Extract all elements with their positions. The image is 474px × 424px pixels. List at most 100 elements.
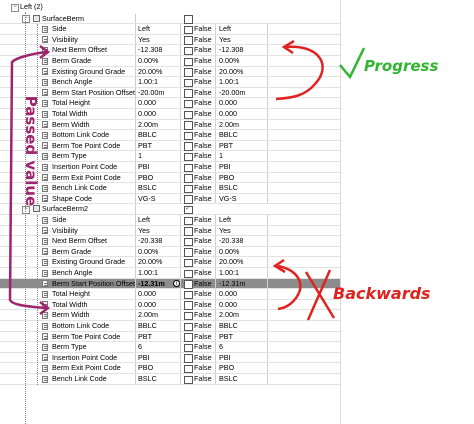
property-row[interactable]: Bench Angle 1.00:1 False 1.00:1	[0, 268, 340, 279]
override-checkbox[interactable]	[184, 343, 193, 353]
override-checkbox[interactable]	[184, 237, 193, 247]
property-value[interactable]: 1	[137, 151, 181, 161]
override-checkbox[interactable]	[184, 227, 193, 236]
property-row[interactable]: Visibility Yes False Yes	[0, 225, 340, 237]
property-value[interactable]: 1.00:1	[137, 268, 181, 278]
property-value[interactable]: BBLC	[137, 130, 181, 140]
property-value[interactable]: BBLC	[137, 321, 181, 331]
override-checkbox[interactable]	[184, 184, 193, 194]
property-row[interactable]: Side Left False Left	[0, 215, 340, 226]
property-value[interactable]: PBI	[137, 162, 181, 172]
property-row[interactable]: Insertion Point Code PBI False PBI	[0, 162, 340, 173]
group-checkbox[interactable]	[184, 15, 193, 24]
override-checkbox[interactable]	[184, 174, 193, 183]
override-checkbox[interactable]	[184, 110, 193, 119]
property-value[interactable]: 2.00m	[137, 119, 181, 130]
override-checkbox[interactable]	[184, 89, 193, 98]
property-row[interactable]: Berm Exit Point Code PBO False PBO	[0, 363, 340, 374]
override-checkbox[interactable]	[184, 364, 193, 374]
property-row[interactable]: Total Width 0.000 False 0.000	[0, 299, 340, 311]
property-value[interactable]: -20.00m	[137, 87, 181, 98]
collapse-toggle-icon[interactable]: −	[11, 3, 19, 12]
property-value[interactable]: BSLC	[137, 183, 181, 193]
property-row[interactable]: Berm Exit Point Code PBO False PBO	[0, 172, 340, 184]
group-row[interactable]: − SurfaceBerm2	[0, 204, 340, 215]
group-checkbox[interactable]	[184, 204, 193, 215]
property-value[interactable]: 20.00%	[137, 66, 181, 77]
property-row[interactable]: Bottom Link Code BBLC False BBLC	[0, 321, 340, 332]
property-value[interactable]: 0.00%	[137, 246, 181, 257]
override-checkbox[interactable]	[184, 99, 193, 109]
override-checkbox[interactable]	[184, 121, 193, 130]
property-row[interactable]: Berm Start Position Offset -12.31m False -1…	[0, 278, 340, 290]
override-checkbox[interactable]	[184, 280, 193, 289]
collapse-toggle-icon[interactable]: −	[22, 15, 30, 24]
override-checkbox[interactable]	[184, 163, 193, 172]
property-value[interactable]: Left	[137, 215, 181, 225]
override-checkbox[interactable]	[184, 142, 193, 151]
property-value[interactable]: PBI	[137, 352, 181, 363]
property-row[interactable]: Visibility Yes False Yes	[0, 34, 340, 46]
property-value[interactable]: -12.308	[137, 45, 181, 55]
override-checkbox[interactable]	[184, 25, 193, 35]
property-value[interactable]: BSLC	[137, 374, 181, 384]
override-checkbox[interactable]	[184, 46, 193, 56]
property-row[interactable]: Next Berm Offset -12.308 False -12.308	[0, 45, 340, 56]
property-value[interactable]: 0.00%	[137, 56, 181, 66]
property-row[interactable]: Existing Ground Grade 20.00% False 20.00%	[0, 66, 340, 78]
property-row[interactable]: Bottom Link Code BBLC False BBLC	[0, 130, 340, 141]
override-checkbox[interactable]	[184, 311, 193, 321]
override-checkbox[interactable]	[184, 57, 193, 66]
group-row[interactable]: − SurfaceBerm	[0, 13, 340, 25]
property-value[interactable]: 2.00m	[137, 310, 181, 320]
override-checkbox[interactable]	[184, 68, 193, 77]
property-value[interactable]: PBT	[137, 331, 181, 342]
property-row[interactable]: Berm Grade 0.00% False 0.00%	[0, 56, 340, 67]
property-row[interactable]: Berm Type 1 False 1	[0, 151, 340, 162]
property-row[interactable]: Berm Grade 0.00% False 0.00%	[0, 246, 340, 258]
property-row[interactable]: Total Height 0.000 False 0.000	[0, 98, 340, 109]
property-row[interactable]: Berm Width 2.00m False 2.00m	[0, 310, 340, 321]
property-row[interactable]: Side Left False Left	[0, 24, 340, 35]
property-value[interactable]: VG-S	[137, 193, 181, 204]
override-checkbox[interactable]	[184, 152, 193, 162]
property-row[interactable]: Berm Type 6 False 6	[0, 342, 340, 353]
property-value[interactable]: Left	[137, 24, 181, 34]
override-checkbox[interactable]	[184, 78, 193, 88]
property-row[interactable]: Insertion Point Code PBI False PBI	[0, 352, 340, 364]
override-checkbox[interactable]	[184, 131, 193, 141]
override-checkbox[interactable]	[184, 375, 193, 384]
property-row[interactable]: Bench Angle 1.00:1 False 1.00:1	[0, 77, 340, 88]
property-value[interactable]: -20.338	[137, 236, 181, 246]
property-value[interactable]: 0.000	[137, 289, 181, 299]
property-row[interactable]: Total Height 0.000 False 0.000	[0, 289, 340, 300]
info-icon[interactable]: i	[173, 279, 180, 287]
property-row[interactable]: Next Berm Offset -20.338 False -20.338	[0, 236, 340, 247]
override-checkbox[interactable]	[184, 290, 193, 300]
property-row[interactable]: Berm Start Position Offset -20.00m False -2…	[0, 87, 340, 99]
override-checkbox[interactable]	[184, 333, 193, 342]
property-row[interactable]: Shape Code VG-S False VG-S	[0, 193, 340, 205]
property-value[interactable]: 0.000	[137, 109, 181, 119]
property-row[interactable]: Berm Toe Point Code PBT False PBT	[0, 331, 340, 343]
property-row[interactable]: Berm Width 2.00m False 2.00m	[0, 119, 340, 131]
property-row[interactable]: Total Width 0.000 False 0.000	[0, 109, 340, 120]
property-row[interactable]: Existing Ground Grade 20.00% False 20.00%	[0, 257, 340, 268]
property-value[interactable]: 20.00%	[137, 257, 181, 267]
property-value[interactable]: Yes	[137, 225, 181, 236]
property-value[interactable]: Yes	[137, 34, 181, 45]
override-checkbox[interactable]	[184, 301, 193, 310]
property-value[interactable]: 6	[137, 342, 181, 352]
tree-root-row[interactable]: − Left (2)	[0, 2, 474, 13]
property-row[interactable]: Bench Link Code BSLC False BSLC	[0, 374, 340, 385]
override-checkbox[interactable]	[184, 258, 193, 268]
override-checkbox[interactable]	[184, 216, 193, 225]
property-value[interactable]: 0.000	[137, 299, 181, 310]
property-value[interactable]: PBO	[137, 172, 181, 183]
override-checkbox[interactable]	[184, 269, 193, 278]
override-checkbox[interactable]	[184, 248, 193, 257]
override-checkbox[interactable]	[184, 36, 193, 45]
property-row[interactable]: Berm Toe Point Code PBT False PBT	[0, 140, 340, 152]
property-value[interactable]: PBT	[137, 140, 181, 151]
override-checkbox[interactable]	[184, 322, 193, 331]
